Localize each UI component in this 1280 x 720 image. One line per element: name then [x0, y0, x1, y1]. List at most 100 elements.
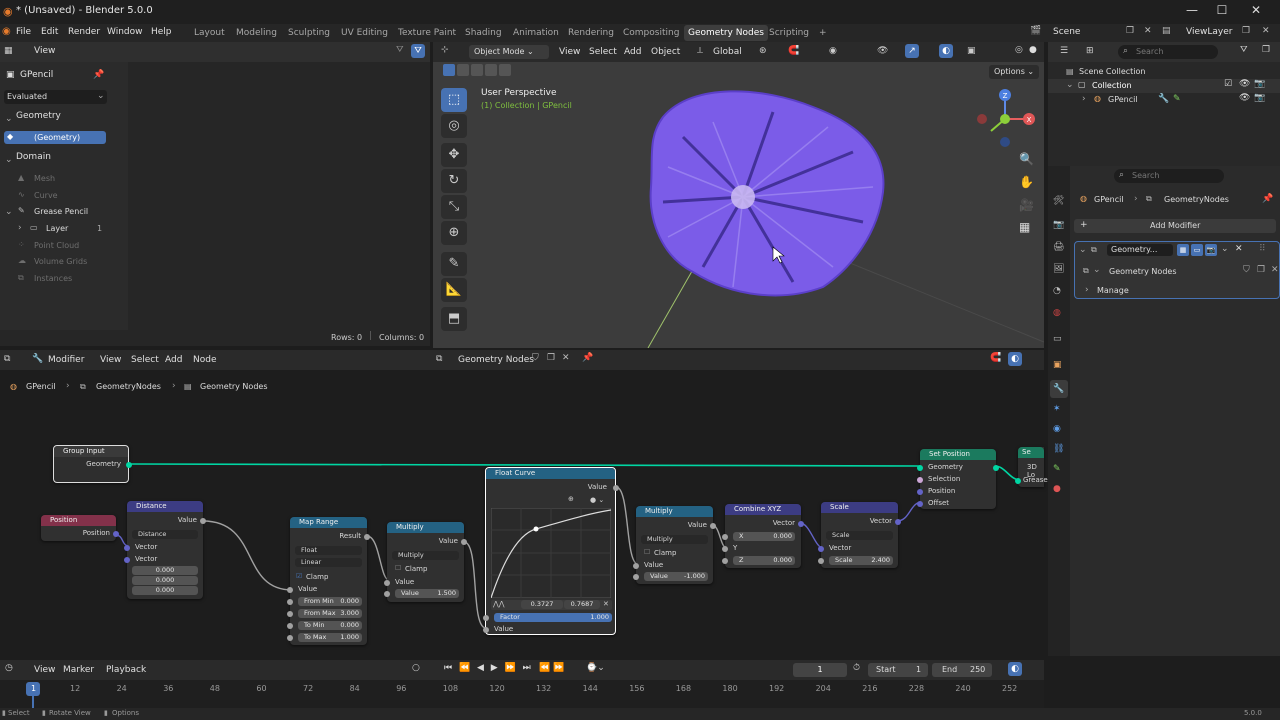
spreadsheet-view-menu[interactable]: View — [34, 46, 55, 56]
domain-volume-grids[interactable]: Volume Grids — [34, 257, 87, 266]
breadcrumb-object[interactable]: GPencil — [1094, 195, 1124, 204]
vector-socket[interactable] — [113, 531, 119, 537]
scene-collection-label[interactable]: Scene Collection — [1079, 67, 1146, 76]
add-workspace-icon[interactable]: + — [815, 25, 831, 41]
geometry-item[interactable]: ◆ (Geometry) — [4, 131, 106, 144]
chevron-down-icon[interactable]: ⌄ — [5, 114, 13, 124]
float-socket[interactable] — [722, 534, 728, 540]
geometry-socket[interactable] — [1015, 478, 1021, 484]
filter-icon[interactable]: ⛛ — [396, 45, 404, 55]
edit-mode-toggle-icon[interactable]: ▦ — [1177, 244, 1189, 256]
domain-point-cloud[interactable]: Point Cloud — [34, 241, 79, 250]
map-range-node[interactable]: Map Range Result Float Linear ☑ Clamp Va… — [287, 517, 370, 645]
drag-handle-icon[interactable]: ⠿ — [1259, 244, 1266, 254]
domain-grease-pencil[interactable]: Grease Pencil — [34, 207, 88, 216]
vector-socket[interactable] — [917, 501, 923, 507]
domain-mesh[interactable]: Mesh — [34, 174, 55, 183]
viewport-toggle-icon[interactable]: ▭ — [1191, 244, 1203, 256]
operation-dropdown[interactable]: Multiply — [641, 535, 708, 544]
cursor-tool-icon[interactable]: ◎ — [441, 114, 467, 138]
navigation-gizmo[interactable]: Z X — [973, 87, 1037, 147]
timeline-ruler[interactable]: 1 12 24 36 48 60 72 84 96 108 120 132 144 156 168 180 19… — [0, 680, 1044, 708]
point-x-field[interactable]: 0.3727 — [521, 600, 563, 609]
timeline-editor-icon[interactable]: ◷ — [5, 663, 13, 673]
particles-tab-icon[interactable]: ✶ — [1053, 404, 1061, 414]
tab-rendering[interactable]: Rendering — [564, 25, 618, 41]
new-collection-icon[interactable]: ❐ — [1262, 45, 1270, 55]
geometry-socket[interactable] — [126, 462, 132, 468]
chevron-down-icon[interactable]: ⌄ — [1079, 245, 1087, 255]
chevron-down-icon[interactable]: ⌄ — [5, 207, 13, 217]
outliner-type-icon[interactable]: ☰ — [1060, 46, 1068, 56]
vector-socket[interactable] — [895, 519, 901, 525]
float-socket[interactable] — [384, 580, 390, 586]
timeline-view-menu[interactable]: View — [34, 665, 55, 675]
menu-render[interactable]: Render — [68, 27, 100, 37]
camera-icon[interactable]: 📷 — [1254, 93, 1265, 103]
float-socket[interactable] — [287, 587, 293, 593]
node-group-name[interactable]: Geometry Nodes — [1109, 267, 1176, 276]
display-mode-icon[interactable]: ⊞ — [1086, 46, 1094, 56]
operation-dropdown[interactable]: Scale — [826, 531, 893, 540]
viewlayer-selector[interactable]: ViewLayer — [1186, 27, 1232, 37]
pin-icon[interactable]: 📌 — [93, 70, 104, 80]
keyframe-jump-icon[interactable]: ⏪ ⏩ — [539, 663, 564, 673]
set-position-node[interactable]: Set Position Geometry Selection Position… — [917, 449, 999, 509]
filter-icon[interactable]: ⛛ — [1240, 45, 1248, 55]
collection-tab-icon[interactable]: ▭ — [1053, 334, 1062, 344]
remove-modifier-icon[interactable]: ✕ — [1235, 244, 1243, 254]
pan-hand-icon[interactable]: ✋ — [1019, 175, 1034, 189]
data-icon[interactable]: ✎ — [1173, 94, 1181, 104]
distance-node[interactable]: Distance Value Distance Vector Vector 0.… — [124, 501, 206, 599]
geometry-socket[interactable] — [917, 465, 923, 471]
chevron-down-icon[interactable]: ⌄ — [1093, 265, 1101, 275]
point-y-field[interactable]: 0.7687 — [564, 600, 600, 609]
breadcrumb-modifier[interactable]: GeometryNodes — [1164, 195, 1229, 204]
checkbox-icon[interactable]: ☐ — [644, 548, 650, 556]
filter-toggle-icon[interactable]: ⛛ — [411, 44, 425, 58]
manage-subpanel[interactable]: Manage — [1097, 286, 1129, 295]
vector-socket[interactable] — [124, 557, 130, 563]
operation-dropdown[interactable]: Multiply — [392, 551, 459, 560]
value-field[interactable]: Value 1.500 — [395, 589, 459, 598]
properties-search-input[interactable]: ⌕ Search — [1114, 169, 1224, 183]
modifier-name-field[interactable]: Geometry... — [1107, 244, 1173, 256]
sync-icon[interactable]: ⌚⌄ — [586, 663, 605, 673]
float-socket[interactable] — [287, 611, 293, 617]
tab-compositing[interactable]: Compositing — [619, 25, 683, 41]
close-window-button[interactable]: ✕ — [1242, 3, 1270, 21]
transform-tool-icon[interactable]: ⊕ — [441, 221, 467, 245]
data-type-dropdown[interactable]: Float — [295, 546, 362, 555]
measure-tool-icon[interactable]: 📐 — [441, 278, 467, 302]
float-socket[interactable] — [364, 534, 370, 540]
float-socket[interactable] — [710, 523, 716, 529]
menu-window[interactable]: Window — [107, 27, 143, 37]
float-socket[interactable] — [461, 539, 467, 545]
float-socket[interactable] — [633, 563, 639, 569]
x-field[interactable]: X 0.000 — [733, 532, 795, 541]
from-max-field[interactable]: From Max 3.000 — [298, 609, 362, 618]
tab-modeling[interactable]: Modeling — [232, 25, 281, 41]
float-socket[interactable] — [287, 635, 293, 641]
float-socket[interactable] — [722, 558, 728, 564]
zoom-icon[interactable]: 🔍 — [1019, 152, 1034, 166]
outliner-search-input[interactable]: ⌕ Search — [1118, 45, 1218, 59]
vector-y-field[interactable]: 0.000 — [132, 576, 198, 585]
output-tab-icon[interactable]: 🖨 — [1053, 242, 1064, 252]
minimize-button[interactable]: — — [1178, 3, 1206, 21]
delete-viewlayer-icon[interactable]: ✕ — [1262, 26, 1270, 36]
to-min-field[interactable]: To Min 0.000 — [298, 621, 362, 630]
chevron-down-icon[interactable]: ⌄ — [5, 155, 13, 165]
render-tab-icon[interactable]: 📷 — [1053, 220, 1064, 230]
new-viewlayer-icon[interactable]: ❐ — [1242, 26, 1250, 36]
multiply-node-2[interactable]: Multiply Value Multiply ☐ Clamp Value Va… — [633, 506, 716, 584]
position-node[interactable]: Position Position — [41, 515, 119, 541]
checkbox-checked-icon[interactable]: ☑ — [296, 572, 302, 580]
float-socket[interactable] — [633, 574, 639, 580]
3d-viewport[interactable]: ⊹ Object Mode ⌄ View Select Add Object ⟂… — [433, 42, 1044, 348]
zoom-icon[interactable]: ⊕ — [568, 495, 574, 503]
collection-row[interactable]: ⌄ ▢ Collection ☑ 👁 📷 — [1048, 79, 1280, 93]
material-tab-icon[interactable]: ● — [1053, 484, 1061, 494]
clock-icon[interactable]: ⏱ — [853, 663, 860, 673]
z-field[interactable]: Z 0.000 — [733, 556, 795, 565]
